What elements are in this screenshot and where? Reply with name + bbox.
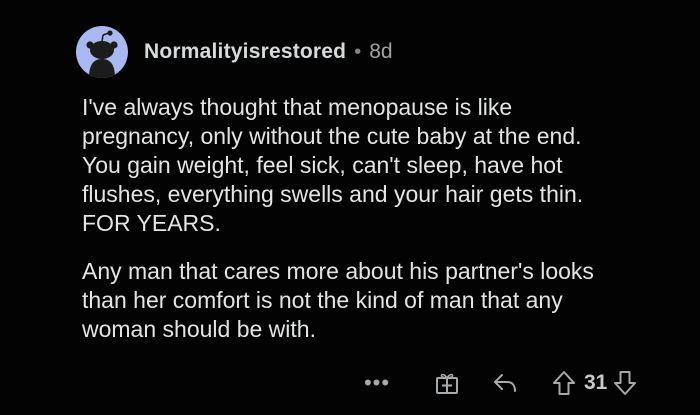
username[interactable]: Normalityisrestored (144, 40, 346, 64)
arrow-down-icon (614, 371, 637, 395)
gift-award-icon (436, 373, 458, 394)
more-options-button[interactable]: ••• (360, 366, 394, 400)
comment-paragraph-1: I've always thought that menopause is li… (82, 94, 584, 236)
downvote-button[interactable] (611, 366, 639, 400)
reply-arrow-icon (494, 374, 516, 392)
comment-header: Normalityisrestored • 8d (76, 24, 393, 80)
comment-paragraph-2: Any man that cares more about his partne… (82, 258, 594, 342)
award-button[interactable] (430, 366, 464, 400)
upvote-button[interactable] (550, 366, 578, 400)
vote-score: 31 (584, 371, 608, 394)
comment-body: I've always thought that menopause is li… (82, 93, 682, 363)
user-avatar[interactable] (76, 26, 128, 78)
comment-age: 8d (369, 40, 393, 63)
meta-separator: • (354, 40, 362, 63)
reddit-snoo-icon (86, 30, 118, 78)
comment-card: Normalityisrestored • 8d I've always tho… (0, 0, 700, 415)
arrow-up-icon (553, 371, 575, 395)
comment-meta: Normalityisrestored • 8d (144, 40, 393, 64)
reply-button[interactable] (488, 366, 522, 400)
comment-actions: ••• 31 (360, 366, 639, 400)
